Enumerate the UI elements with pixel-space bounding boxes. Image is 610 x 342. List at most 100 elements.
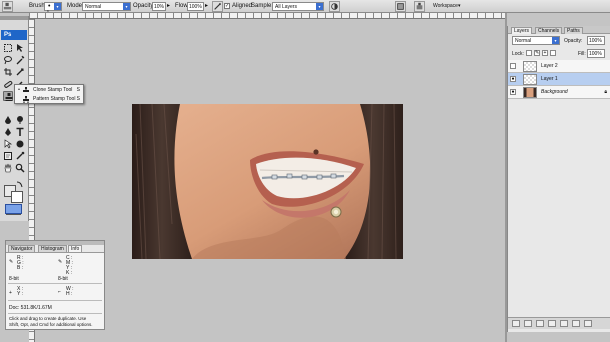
clone-stamp-preset-icon[interactable] bbox=[2, 1, 13, 12]
eye-icon[interactable]: ● bbox=[510, 76, 516, 82]
clone-stamp-tool-menu-item[interactable]: • Clone Stamp Tool S bbox=[15, 86, 83, 95]
lock-transparency-icon[interactable] bbox=[526, 50, 532, 56]
screen-mode-icon[interactable] bbox=[5, 204, 22, 214]
layer-thumbnail bbox=[523, 61, 537, 72]
layer-opacity-field[interactable]: 100% bbox=[587, 36, 605, 45]
move-tool-icon[interactable] bbox=[15, 43, 25, 53]
swap-colors-icon[interactable] bbox=[15, 179, 25, 189]
bit-depth-left: 8-bit bbox=[9, 276, 19, 282]
h-label: H : bbox=[66, 291, 73, 297]
crop-tool-icon[interactable] bbox=[3, 67, 13, 77]
doc-size: Doc: 531.8K/1.67M bbox=[9, 305, 52, 311]
menu-item-shortcut: S bbox=[76, 96, 80, 102]
eyedropper-icon: ✎ bbox=[58, 259, 63, 265]
fill-field[interactable]: 100% bbox=[587, 49, 605, 58]
layer-row-layer-1[interactable]: ● Layer 1 bbox=[508, 73, 610, 86]
layer-thumbnail bbox=[523, 74, 537, 85]
info-panel: Navigator Histogram Info ✎ R : G : B : ✎… bbox=[5, 240, 105, 330]
opacity-arrow-icon[interactable]: ▸ bbox=[167, 0, 170, 13]
layer-style-icon[interactable] bbox=[524, 320, 532, 327]
marquee-tool-icon[interactable] bbox=[3, 43, 13, 53]
flow-arrow-icon[interactable]: ▸ bbox=[205, 0, 208, 13]
layer-mask-icon[interactable] bbox=[536, 320, 544, 327]
blend-mode-value: Normal bbox=[515, 38, 532, 44]
brushes-palette-icon[interactable] bbox=[395, 1, 406, 12]
workspace-menu[interactable]: Workspace bbox=[433, 0, 458, 13]
healing-brush-tool-icon[interactable] bbox=[3, 79, 13, 89]
tab-layers[interactable]: Layers bbox=[511, 27, 533, 34]
slice-tool-icon[interactable] bbox=[15, 67, 25, 77]
layers-panel: Layers Channels Paths Normal ▾ Opacity: … bbox=[507, 26, 610, 332]
bit-depth-right: 8-bit bbox=[58, 276, 68, 282]
lock-pixels-icon[interactable]: ✎ bbox=[534, 50, 540, 56]
menu-item-label: Pattern Stamp Tool bbox=[33, 96, 76, 102]
visibility-toggle[interactable] bbox=[510, 63, 516, 69]
divider bbox=[8, 300, 102, 301]
tool-palette-titlebar[interactable] bbox=[0, 16, 28, 20]
chevron-down-icon: ▾ bbox=[316, 3, 323, 10]
sample-label: Sample: bbox=[251, 3, 274, 9]
b-label: B : bbox=[17, 265, 24, 271]
lasso-tool-icon[interactable] bbox=[3, 55, 13, 65]
info-panel-body: ✎ R : G : B : ✎ C : M : Y : K : 8-bit 8-… bbox=[6, 252, 104, 329]
layer-row-background[interactable]: ● Background 🔒︎ bbox=[508, 86, 610, 99]
lock-position-icon[interactable]: + bbox=[542, 50, 548, 56]
y-coord-label: Y : bbox=[17, 291, 24, 297]
background-color-swatch[interactable] bbox=[11, 191, 23, 203]
flow-field[interactable]: 100% bbox=[187, 2, 204, 11]
mode-select[interactable]: Normal ▾ bbox=[82, 2, 131, 11]
link-layers-icon[interactable] bbox=[512, 320, 520, 327]
pattern-stamp-tool-menu-item[interactable]: Pattern Stamp Tool S bbox=[15, 95, 83, 104]
dodge-tool-icon[interactable] bbox=[15, 115, 25, 125]
fill-label: Fill: bbox=[578, 51, 586, 57]
ignore-adjustment-layers-icon[interactable] bbox=[329, 1, 340, 12]
eyedropper-tool-icon[interactable] bbox=[15, 151, 25, 161]
tab-channels[interactable]: Channels bbox=[535, 27, 563, 34]
zoom-tool-icon[interactable] bbox=[15, 163, 25, 173]
crosshair-icon: + bbox=[9, 290, 12, 296]
divider bbox=[8, 283, 102, 284]
tab-navigator[interactable]: Navigator bbox=[8, 245, 36, 252]
airbrush-icon[interactable] bbox=[212, 1, 223, 12]
trash-icon[interactable] bbox=[584, 320, 592, 327]
tool-hint-line-2: Shift, Opt, and Cmd for additional optio… bbox=[9, 322, 93, 327]
pattern-stamp-icon bbox=[22, 96, 30, 103]
opacity-field[interactable]: 10% bbox=[152, 2, 166, 11]
options-bar: Brush: • 9 ▾ Mode: Normal ▾ Opacity: 10%… bbox=[0, 0, 610, 13]
blend-mode-select[interactable]: Normal ▾ bbox=[512, 36, 560, 45]
aligned-checkbox[interactable]: ✓ bbox=[224, 3, 230, 9]
brush-picker[interactable]: • 9 ▾ bbox=[44, 2, 62, 13]
photoshop-logo[interactable]: Ps bbox=[1, 30, 27, 40]
document-canvas-image[interactable] bbox=[132, 104, 403, 259]
path-selection-tool-icon[interactable] bbox=[3, 139, 13, 149]
gradient-tool-icon[interactable] bbox=[3, 115, 13, 125]
clone-stamp-tool-icon[interactable] bbox=[3, 91, 13, 101]
new-group-icon[interactable] bbox=[560, 320, 568, 327]
layer-row-layer-2[interactable]: Layer 2 bbox=[508, 60, 610, 73]
hand-tool-icon[interactable] bbox=[3, 163, 13, 173]
new-layer-icon[interactable] bbox=[572, 320, 580, 327]
eye-icon[interactable]: ● bbox=[510, 89, 516, 95]
active-tool-dot: • bbox=[18, 87, 20, 93]
horizontal-ruler bbox=[29, 13, 505, 19]
sample-select[interactable]: All Layers ▾ bbox=[272, 2, 324, 11]
clone-stamp-icon bbox=[22, 87, 30, 94]
shape-tool-icon[interactable] bbox=[15, 139, 25, 149]
clone-source-palette-icon[interactable] bbox=[414, 1, 425, 12]
tab-info[interactable]: Info bbox=[68, 245, 83, 252]
type-tool-icon[interactable] bbox=[15, 127, 25, 137]
aligned-label: Aligned bbox=[232, 3, 253, 9]
adjustment-layer-icon[interactable] bbox=[548, 320, 556, 327]
layers-panel-footer bbox=[508, 317, 610, 329]
chevron-down-icon: ▾ bbox=[123, 3, 130, 10]
magic-wand-tool-icon[interactable] bbox=[15, 55, 25, 65]
sample-value: All Layers bbox=[275, 4, 297, 10]
lock-all-icon[interactable] bbox=[550, 50, 556, 56]
tool-palette: Ps bbox=[0, 16, 29, 221]
tab-histogram[interactable]: Histogram bbox=[38, 245, 67, 252]
notes-tool-icon[interactable] bbox=[3, 151, 13, 161]
pen-tool-icon[interactable] bbox=[3, 127, 13, 137]
tab-paths[interactable]: Paths bbox=[564, 27, 583, 34]
selection-size-icon: ⌐ bbox=[58, 289, 61, 295]
layers-panel-tabs: Layers Channels Paths bbox=[508, 26, 610, 34]
